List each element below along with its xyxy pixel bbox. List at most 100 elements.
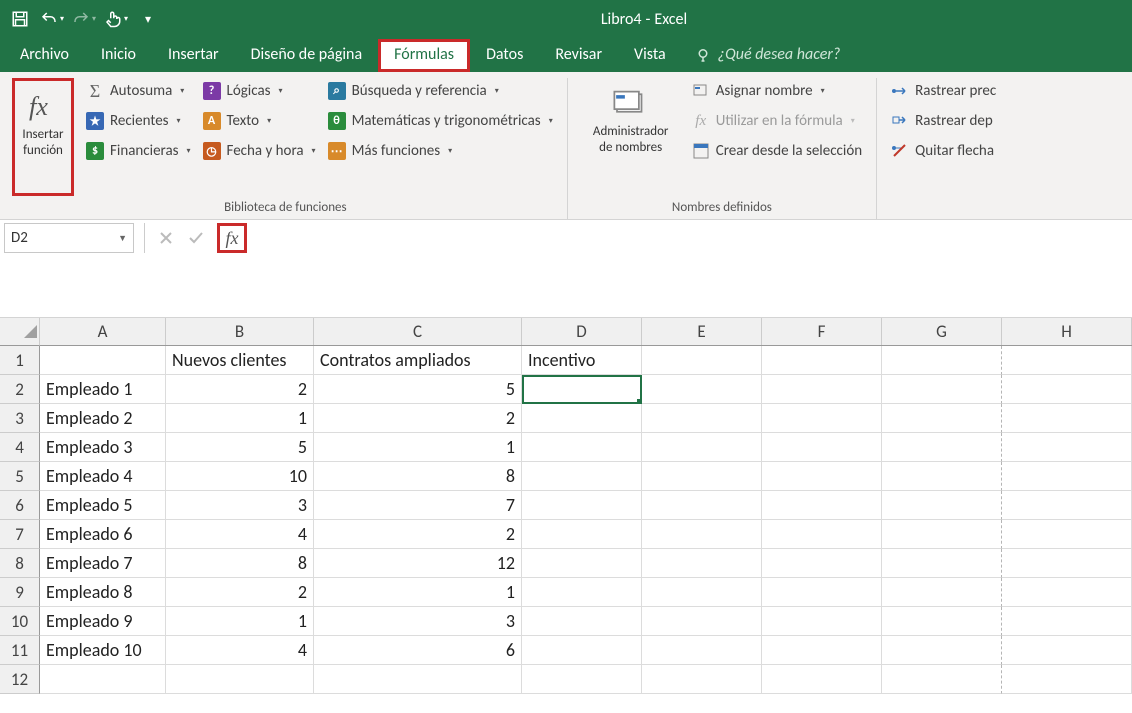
more-functions-button[interactable]: ⋯Más funciones▾ (326, 140, 555, 162)
cell-E5[interactable] (642, 462, 762, 491)
cell-D3[interactable] (522, 404, 642, 433)
tab-formulas[interactable]: Fórmulas (378, 39, 470, 72)
cell-D8[interactable] (522, 549, 642, 578)
cell-E10[interactable] (642, 607, 762, 636)
cell-C12[interactable] (314, 665, 522, 694)
cell-B1[interactable]: Nuevos clientes (166, 346, 314, 375)
tab-datos[interactable]: Datos (470, 39, 539, 72)
cell-F7[interactable] (762, 520, 882, 549)
redo-button[interactable]: ▾ (70, 5, 98, 33)
col-header-B[interactable]: B (166, 318, 314, 345)
cell-G6[interactable] (882, 491, 1002, 520)
cell-E3[interactable] (642, 404, 762, 433)
cell-F9[interactable] (762, 578, 882, 607)
cell-E1[interactable] (642, 346, 762, 375)
row-header-11[interactable]: 11 (0, 636, 40, 665)
cell-C10[interactable]: 3 (314, 607, 522, 636)
col-header-E[interactable]: E (642, 318, 762, 345)
cell-E4[interactable] (642, 433, 762, 462)
col-header-F[interactable]: F (762, 318, 882, 345)
cell-A9[interactable]: Empleado 8 (40, 578, 166, 607)
cell-B7[interactable]: 4 (166, 520, 314, 549)
cell-G5[interactable] (882, 462, 1002, 491)
name-manager-button[interactable]: Administrador de nombres (576, 78, 686, 196)
cell-D7[interactable] (522, 520, 642, 549)
cell-B9[interactable]: 2 (166, 578, 314, 607)
cell-C11[interactable]: 6 (314, 636, 522, 665)
cell-B10[interactable]: 1 (166, 607, 314, 636)
cell-D11[interactable] (522, 636, 642, 665)
cell-H12[interactable] (1002, 665, 1132, 694)
cell-H5[interactable] (1002, 462, 1132, 491)
cell-G10[interactable] (882, 607, 1002, 636)
cell-F3[interactable] (762, 404, 882, 433)
cell-D5[interactable] (522, 462, 642, 491)
cell-H4[interactable] (1002, 433, 1132, 462)
cell-H2[interactable] (1002, 375, 1132, 404)
remove-arrows-button[interactable]: Quitar flecha (889, 140, 998, 162)
cell-B2[interactable]: 2 (166, 375, 314, 404)
cell-A2[interactable]: Empleado 1 (40, 375, 166, 404)
cell-C9[interactable]: 1 (314, 578, 522, 607)
col-header-D[interactable]: D (522, 318, 642, 345)
tab-insertar[interactable]: Insertar (152, 39, 235, 72)
cell-G1[interactable] (882, 346, 1002, 375)
cell-G12[interactable] (882, 665, 1002, 694)
cell-D6[interactable] (522, 491, 642, 520)
cell-D12[interactable] (522, 665, 642, 694)
cell-A11[interactable]: Empleado 10 (40, 636, 166, 665)
row-header-7[interactable]: 7 (0, 520, 40, 549)
select-all-corner[interactable] (0, 318, 40, 346)
cell-H8[interactable] (1002, 549, 1132, 578)
row-header-9[interactable]: 9 (0, 578, 40, 607)
cell-G3[interactable] (882, 404, 1002, 433)
cell-H6[interactable] (1002, 491, 1132, 520)
cell-D10[interactable] (522, 607, 642, 636)
create-from-selection-button[interactable]: Crear desde la selección (690, 140, 864, 162)
customize-qat-button[interactable]: ▾ (134, 5, 162, 33)
cell-E2[interactable] (642, 375, 762, 404)
cell-F1[interactable] (762, 346, 882, 375)
cell-G2[interactable] (882, 375, 1002, 404)
cell-G11[interactable] (882, 636, 1002, 665)
tab-archivo[interactable]: Archivo (4, 39, 85, 72)
cell-H3[interactable] (1002, 404, 1132, 433)
cell-F6[interactable] (762, 491, 882, 520)
row-header-1[interactable]: 1 (0, 346, 40, 375)
col-header-G[interactable]: G (882, 318, 1002, 345)
cell-C7[interactable]: 2 (314, 520, 522, 549)
cell-D9[interactable] (522, 578, 642, 607)
tab-inicio[interactable]: Inicio (85, 39, 152, 72)
cell-B12[interactable] (166, 665, 314, 694)
recently-used-button[interactable]: ★Recientes▾ (84, 110, 193, 132)
fx-button[interactable]: fx (217, 223, 247, 253)
row-header-5[interactable]: 5 (0, 462, 40, 491)
cell-B5[interactable]: 10 (166, 462, 314, 491)
cell-A5[interactable]: Empleado 4 (40, 462, 166, 491)
cell-C5[interactable]: 8 (314, 462, 522, 491)
financial-button[interactable]: $Financieras▾ (84, 140, 193, 162)
cancel-formula-button[interactable] (151, 223, 181, 253)
cell-C8[interactable]: 12 (314, 549, 522, 578)
enter-formula-button[interactable] (181, 223, 211, 253)
cell-E8[interactable] (642, 549, 762, 578)
cell-B6[interactable]: 3 (166, 491, 314, 520)
cell-E7[interactable] (642, 520, 762, 549)
cell-C1[interactable]: Contratos ampliados (314, 346, 522, 375)
cell-B11[interactable]: 4 (166, 636, 314, 665)
cell-F4[interactable] (762, 433, 882, 462)
cell-F10[interactable] (762, 607, 882, 636)
cell-D1[interactable]: Incentivo (522, 346, 642, 375)
cell-H1[interactable] (1002, 346, 1132, 375)
lookup-reference-button[interactable]: ⌕Búsqueda y referencia▾ (326, 80, 555, 102)
cell-A4[interactable]: Empleado 3 (40, 433, 166, 462)
cell-F11[interactable] (762, 636, 882, 665)
cell-G8[interactable] (882, 549, 1002, 578)
cell-C3[interactable]: 2 (314, 404, 522, 433)
cell-B3[interactable]: 1 (166, 404, 314, 433)
cell-E11[interactable] (642, 636, 762, 665)
row-header-2[interactable]: 2 (0, 375, 40, 404)
cell-H10[interactable] (1002, 607, 1132, 636)
undo-button[interactable]: ▾ (38, 5, 66, 33)
cell-A10[interactable]: Empleado 9 (40, 607, 166, 636)
